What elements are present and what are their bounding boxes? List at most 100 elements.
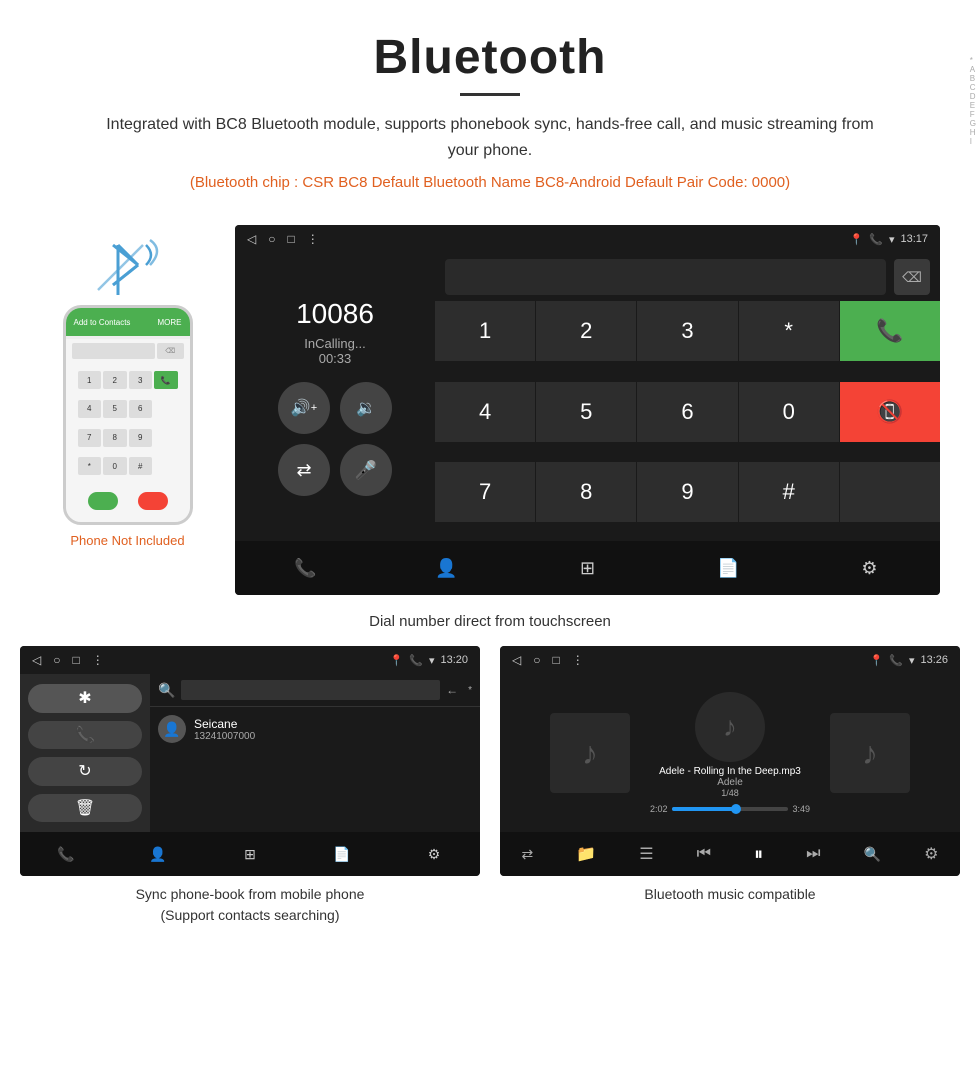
status-right: 📍 📞 ▾ 13:17: [850, 233, 928, 246]
music-screenshot-block: ◁ ○ □ ⋮ 📍 📞 ▾ 13:26 ♪: [500, 646, 960, 926]
shuffle-icon[interactable]: ⇄: [522, 846, 534, 863]
track-info: 1/48: [721, 788, 739, 798]
search-input[interactable]: [181, 680, 440, 700]
back-icon: ◁: [247, 232, 256, 246]
contacts-bottom-bar: 📞 👤 ⊞ 📄 ⚙: [20, 832, 480, 876]
settings-tab-2[interactable]: ⚙: [414, 834, 454, 874]
menu-icon-2: ⋮: [92, 653, 104, 667]
dialpad-tab-icon[interactable]: ⊞: [568, 548, 608, 588]
dial-input-field[interactable]: [445, 259, 886, 295]
contacts-search-bar: 🔍 ← *: [150, 674, 480, 707]
folder-icon[interactable]: 📁: [576, 844, 596, 864]
call-icon: 📞: [869, 233, 883, 246]
music-caption-text: Bluetooth music compatible: [644, 886, 815, 902]
phone-not-included-label: Phone Not Included: [70, 533, 184, 548]
call-icon-3: 📞: [889, 654, 903, 667]
album-art-center: ♪: [695, 692, 765, 762]
dialpad-tab-2[interactable]: ⊞: [230, 834, 270, 874]
key-4[interactable]: 4: [435, 382, 535, 442]
contact-item[interactable]: 👤 Seicane 13241007000: [150, 707, 480, 751]
call-status: InCalling...: [304, 336, 365, 351]
sync-sidebar-btn[interactable]: ↻: [28, 757, 142, 786]
contacts-tab-2[interactable]: 👤: [138, 834, 178, 874]
playlist-icon[interactable]: ☰: [639, 844, 653, 864]
music-progress-bar[interactable]: [672, 807, 789, 811]
music-caption: Bluetooth music compatible: [634, 876, 825, 905]
menu-icon-3: ⋮: [572, 653, 584, 667]
music-time-display: 13:26: [920, 654, 948, 666]
phone-graphic: Add to Contacts MORE ⌫ 123 📞 456 789: [40, 225, 215, 548]
contacts-tab-icon[interactable]: 👤: [427, 548, 467, 588]
page-title: Bluetooth: [60, 30, 920, 85]
mute-button[interactable]: 🎤: [340, 444, 392, 496]
volume-up-button[interactable]: 🔊+: [278, 382, 330, 434]
back-icon-3: ◁: [512, 653, 521, 667]
recents-icon-3: □: [552, 653, 559, 667]
contacts-caption-line1: Sync phone-book from mobile phone: [136, 886, 365, 902]
search-music-icon[interactable]: 🔍: [864, 846, 881, 863]
location-icon-2: 📍: [390, 654, 404, 667]
contact-avatar: 👤: [158, 715, 186, 743]
dial-right-panel: ⌫ 1 2 3 * 📞 4 5 6 0 📵 7 8 9 #: [435, 253, 940, 541]
phone-mockup: Add to Contacts MORE ⌫ 123 📞 456 789: [63, 305, 193, 525]
messages-tab-icon[interactable]: 📄: [709, 548, 749, 588]
prev-icon[interactable]: ⏮: [697, 845, 711, 863]
music-time-current: 2:02: [650, 804, 668, 814]
dial-screen-caption: Dial number direct from touchscreen: [0, 605, 980, 646]
key-3[interactable]: 3: [637, 301, 737, 361]
dial-content: 10086 InCalling... 00:33 🔊+ 🔉 ⇄ 🎤: [235, 253, 940, 541]
wifi-icon-3: ▾: [909, 654, 915, 667]
key-hash[interactable]: #: [739, 462, 839, 522]
phone-sidebar-btn[interactable]: 📞: [28, 721, 142, 750]
phone-tab-2[interactable]: 📞: [46, 834, 86, 874]
bluetooth-sidebar-btn[interactable]: ✱: [28, 684, 142, 713]
bluetooth-wave: [88, 235, 168, 305]
location-icon-3: 📍: [870, 654, 884, 667]
contact-number: 13241007000: [194, 731, 255, 742]
key-1[interactable]: 1: [435, 301, 535, 361]
home-icon-2: ○: [53, 653, 60, 667]
settings-tab-icon[interactable]: ⚙: [850, 548, 890, 588]
key-9[interactable]: 9: [637, 462, 737, 522]
music-content: ♪ ♪ Adele - Rolling In the Deep.mp3 Adel…: [500, 674, 960, 876]
music-screen: ◁ ○ □ ⋮ 📍 📞 ▾ 13:26 ♪: [500, 646, 960, 876]
key-8[interactable]: 8: [536, 462, 636, 522]
contact-info: Seicane 13241007000: [194, 717, 255, 742]
delete-sidebar-btn[interactable]: 🗑: [28, 794, 142, 823]
album-art-right: ♪: [830, 713, 910, 793]
wifi-icon-2: ▾: [429, 654, 435, 667]
play-pause-icon[interactable]: ⏸: [754, 844, 763, 865]
contacts-time-display: 13:20: [440, 654, 468, 666]
status-bar: ◁ ○ □ ⋮ 📍 📞 ▾ 13:17: [235, 225, 940, 253]
messages-tab-2[interactable]: 📄: [322, 834, 362, 874]
phone-tab-icon[interactable]: 📞: [286, 548, 326, 588]
key-0[interactable]: 0: [739, 382, 839, 442]
bottom-screenshots: ◁ ○ □ ⋮ 📍 📞 ▾ 13:20 ✱ 📞 ↻: [0, 646, 980, 946]
equalizer-icon[interactable]: ⚙: [924, 844, 938, 864]
key-star[interactable]: *: [739, 301, 839, 361]
contacts-caption: Sync phone-book from mobile phone (Suppo…: [126, 876, 375, 926]
wifi-icon: ▾: [889, 233, 895, 246]
backspace-button[interactable]: ⌫: [894, 259, 930, 295]
music-note-icon-left: ♪: [582, 735, 598, 772]
end-call-button[interactable]: 📵: [840, 382, 940, 442]
next-icon[interactable]: ⏭: [806, 845, 820, 863]
numpad: 1 2 3 * 📞 4 5 6 0 📵 7 8 9 #: [435, 301, 940, 541]
switch-button[interactable]: ⇄: [278, 444, 330, 496]
call-button[interactable]: 📞: [840, 301, 940, 361]
arrow-icon: ←: [446, 683, 458, 697]
title-divider: [460, 93, 520, 96]
android-dial-screen: ◁ ○ □ ⋮ 📍 📞 ▾ 13:17 10086 InCalling... 0…: [235, 225, 940, 595]
key-5[interactable]: 5: [536, 382, 636, 442]
volume-down-button[interactable]: 🔉: [340, 382, 392, 434]
call-timer: 00:33: [319, 351, 352, 366]
home-icon: ○: [268, 232, 275, 246]
location-icon: 📍: [850, 233, 864, 246]
music-artist: Adele: [717, 777, 743, 788]
recents-icon: □: [287, 232, 294, 246]
key-7[interactable]: 7: [435, 462, 535, 522]
contacts-screen: ◁ ○ □ ⋮ 📍 📞 ▾ 13:20 ✱ 📞 ↻: [20, 646, 480, 876]
key-2[interactable]: 2: [536, 301, 636, 361]
page-description: Integrated with BC8 Bluetooth module, su…: [100, 112, 880, 163]
key-6[interactable]: 6: [637, 382, 737, 442]
